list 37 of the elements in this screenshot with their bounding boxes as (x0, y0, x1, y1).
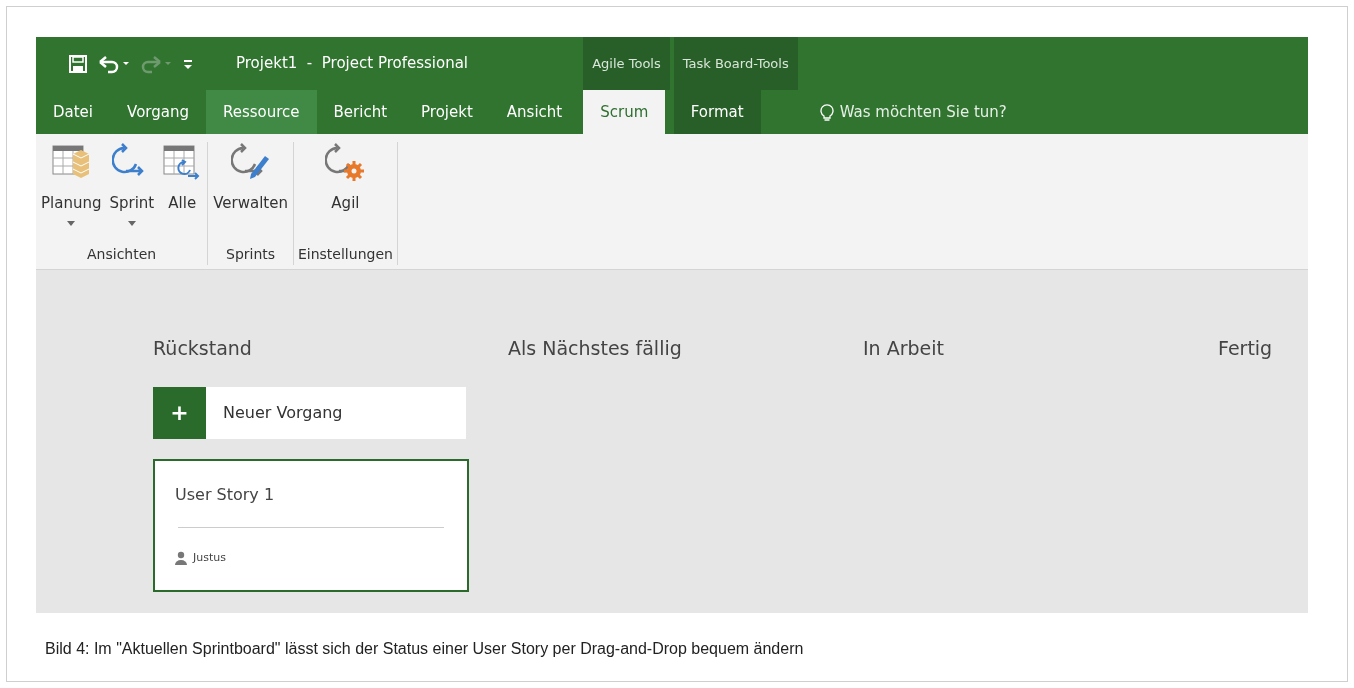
cycle-pencil-icon (230, 142, 271, 182)
save-icon[interactable] (68, 53, 88, 74)
group-label: Sprints (226, 245, 276, 264)
card-title: User Story 1 (175, 483, 276, 506)
task-card[interactable]: User Story 1 Justus (153, 458, 469, 592)
context-group-label: Task Board-Tools (673, 37, 798, 90)
tell-me-field[interactable]: Was möchten Sie tun? (819, 90, 1007, 134)
ribbon-tab[interactable]: Bericht (316, 90, 405, 134)
ribbon-tab[interactable]: Ansicht (489, 90, 580, 134)
person-icon (175, 550, 187, 565)
group-label: Einstellungen (297, 245, 393, 264)
column-title: Als Nächstes fällig (508, 336, 683, 361)
column-title: Rückstand (153, 336, 253, 361)
ribbon-button[interactable]: Verwalten (212, 142, 289, 244)
caret-icon (127, 220, 136, 226)
ribbon-tab[interactable]: Ressource (205, 90, 317, 134)
ribbon-tab[interactable]: Projekt (404, 90, 490, 134)
column-title: In Arbeit (863, 336, 945, 361)
ribbon-button[interactable]: Alle (161, 142, 204, 244)
caret-icon (67, 220, 76, 226)
ribbon-button[interactable]: Planung (40, 142, 103, 244)
window-title: Projekt1 - Project Professional (236, 53, 469, 75)
ribbon-tab[interactable]: Format (673, 90, 761, 134)
context-group-label: Agile Tools (583, 37, 670, 90)
group-label: Ansichten (87, 245, 157, 264)
column-title: Fertig (1218, 336, 1274, 361)
assignee-name: Justus (193, 549, 226, 566)
ribbon-button[interactable]: Sprint (108, 142, 156, 244)
undo-icon[interactable] (98, 53, 130, 74)
ribbon-tab[interactable]: Scrum (583, 90, 666, 134)
ribbon-tab[interactable]: Datei (36, 90, 111, 134)
ribbon-tab[interactable]: Vorgang (110, 90, 206, 134)
ribbon-button[interactable]: Agil (324, 142, 367, 244)
lightbulb-icon (819, 103, 834, 121)
new-task-button[interactable]: + Neuer Vorgang (153, 386, 466, 439)
cycle-gear-icon (325, 142, 366, 182)
figure-caption: Bild 4: Im "Aktuellen Sprintboard" lässt sich der Status einer User Story per Drag-and-Drop bequem ändern (45, 639, 805, 659)
